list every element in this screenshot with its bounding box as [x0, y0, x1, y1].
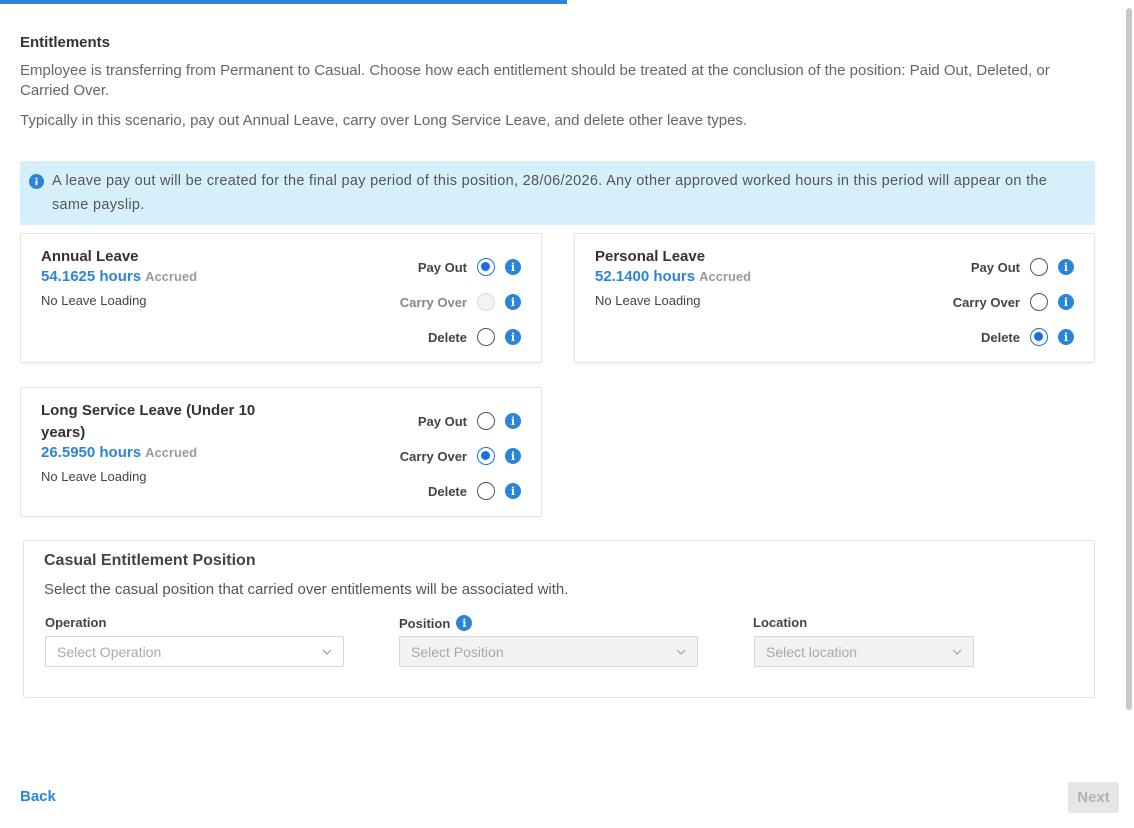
- location-select[interactable]: Select location: [754, 636, 974, 667]
- pay-out-radio[interactable]: [477, 412, 495, 430]
- option-delete: Delete i: [428, 327, 521, 347]
- delete-radio[interactable]: [477, 328, 495, 346]
- option-carry-over: Carry Over i: [953, 292, 1074, 312]
- carry-over-radio: [477, 293, 495, 311]
- pay-out-radio[interactable]: [477, 258, 495, 276]
- option-pay-out: Pay Out i: [418, 257, 521, 277]
- scrollbar[interactable]: [1126, 8, 1132, 710]
- info-icon[interactable]: i: [1058, 259, 1074, 275]
- banner-text: A leave pay out will be created for the …: [52, 173, 1048, 213]
- next-button[interactable]: Next: [1068, 782, 1119, 813]
- progress-track: [0, 0, 1134, 4]
- info-icon: [29, 174, 44, 189]
- location-label: Location: [753, 615, 808, 630]
- operation-label: Operation: [45, 615, 107, 630]
- info-icon[interactable]: i: [1058, 294, 1074, 310]
- info-banner: A leave pay out will be created for the …: [20, 161, 1095, 225]
- typical-scenario-text: Typically in this scenario, pay out Annu…: [20, 112, 748, 129]
- intro-text: Employee is transferring from Permanent …: [20, 62, 1050, 99]
- option-delete: Delete i: [428, 481, 521, 501]
- pay-out-radio[interactable]: [1030, 258, 1048, 276]
- section-title: Entitlements: [20, 34, 111, 51]
- chevron-down-icon: [952, 649, 962, 655]
- option-carry-over: Carry Over i: [400, 292, 521, 312]
- entitlement-card-personal-leave: Personal Leave 52.1400 hours Accrued No L…: [574, 233, 1095, 363]
- leave-loading: No Leave Loading: [41, 469, 147, 484]
- operation-select[interactable]: Select Operation: [45, 636, 344, 667]
- entitlement-hours: 54.1625 hours Accrued: [41, 268, 198, 285]
- chevron-down-icon: [322, 649, 332, 655]
- leave-loading: No Leave Loading: [41, 293, 147, 308]
- option-carry-over: Carry Over i: [400, 446, 521, 466]
- option-delete: Delete i: [981, 327, 1074, 347]
- entitlement-hours: 52.1400 hours Accrued: [595, 268, 752, 285]
- option-pay-out: Pay Out i: [971, 257, 1074, 277]
- delete-radio[interactable]: [477, 482, 495, 500]
- info-icon[interactable]: i: [505, 413, 521, 429]
- info-icon[interactable]: i: [505, 259, 521, 275]
- casual-panel-title: Casual Entitlement Position: [44, 552, 256, 569]
- casual-panel-description: Select the casual position that carried …: [44, 581, 569, 598]
- progress-bar-fill: [0, 0, 567, 4]
- entitlement-card-long-service-leave: Long Service Leave (Under 10 years) 26.5…: [20, 387, 542, 517]
- back-button[interactable]: Back: [20, 788, 56, 805]
- entitlement-hours: 26.5950 hours Accrued: [41, 444, 198, 461]
- casual-entitlement-position-panel: Casual Entitlement Position Select the c…: [23, 540, 1095, 698]
- delete-radio[interactable]: [1030, 328, 1048, 346]
- info-icon[interactable]: i: [505, 448, 521, 464]
- carry-over-radio[interactable]: [1030, 293, 1048, 311]
- leave-loading: No Leave Loading: [595, 293, 701, 308]
- position-label: Position i: [399, 615, 473, 631]
- carry-over-radio[interactable]: [477, 447, 495, 465]
- info-icon[interactable]: i: [505, 294, 521, 310]
- option-pay-out: Pay Out i: [418, 411, 521, 431]
- position-select[interactable]: Select Position: [399, 636, 698, 667]
- info-icon[interactable]: i: [505, 329, 521, 345]
- chevron-down-icon: [676, 649, 686, 655]
- info-icon[interactable]: i: [505, 483, 521, 499]
- info-icon[interactable]: i: [1058, 329, 1074, 345]
- entitlement-name: Annual Leave: [41, 248, 139, 265]
- entitlement-name: Long Service Leave (Under 10 years): [41, 402, 256, 441]
- entitlement-name: Personal Leave: [595, 248, 706, 265]
- entitlement-card-annual-leave: Annual Leave 54.1625 hours Accrued No Lea…: [20, 233, 542, 363]
- info-icon[interactable]: i: [456, 615, 473, 631]
